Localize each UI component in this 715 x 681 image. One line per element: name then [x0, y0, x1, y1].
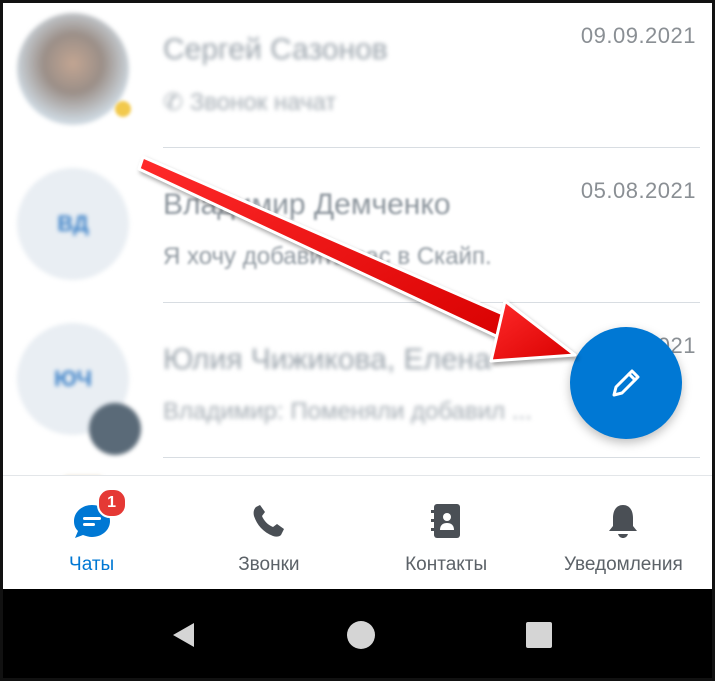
back-icon — [173, 623, 194, 647]
tab-label: Чаты — [69, 554, 115, 575]
recents-button[interactable] — [521, 617, 557, 653]
status-badge — [115, 101, 131, 117]
chat-preview: Я хочу добавить вас в Скайп. — [163, 243, 492, 270]
back-button[interactable] — [166, 617, 202, 653]
skype-chats-screen: Сергей Сазонов ✆ Звонок начат 09.09.2021… — [3, 3, 712, 678]
chat-name: Юлия Чижикова, Елена — [163, 343, 491, 376]
bottom-nav: 1 Чаты Звонки Контакты Уведомления — [3, 475, 712, 589]
chat-list-item[interactable]: Сергей Сазонов ✆ Звонок начат 09.09.2021 — [3, 3, 712, 148]
chat-list-item[interactable]: ВД Владимир Демченко Я хочу добавить вас… — [3, 148, 712, 303]
pencil-icon — [612, 369, 640, 397]
chat-preview: ✆ Звонок начат — [163, 88, 336, 117]
chat-date: 09.09.2021 — [580, 23, 696, 48]
tab-notifications[interactable]: Уведомления — [535, 476, 712, 589]
avatar — [17, 13, 129, 125]
unread-badge: 1 — [96, 488, 127, 518]
home-button[interactable] — [343, 617, 379, 653]
new-chat-button[interactable] — [570, 327, 682, 439]
chat-list-item[interactable] — [3, 458, 712, 475]
tab-chats[interactable]: 1 Чаты — [3, 476, 180, 589]
chat-preview-text: Звонок начат — [189, 89, 337, 116]
tab-label: Контакты — [405, 554, 488, 575]
contacts-book-icon — [423, 498, 469, 544]
chat-icon: 1 — [69, 488, 127, 544]
tab-label: Звонки — [238, 554, 300, 575]
bell-icon — [600, 498, 646, 544]
phone-icon — [246, 498, 292, 544]
tab-contacts[interactable]: Контакты — [358, 476, 535, 589]
home-icon — [347, 621, 375, 649]
avatar-secondary — [89, 403, 141, 455]
system-navigation-bar — [3, 589, 712, 678]
recents-icon — [526, 622, 552, 648]
avatar: ВД — [17, 168, 129, 280]
phone-icon: ✆ — [163, 89, 184, 116]
chat-preview: Владимир: Поменяли добавил ... — [163, 398, 532, 425]
chat-name: Сергей Сазонов — [163, 33, 388, 66]
chat-name: Владимир Демченко — [163, 188, 451, 221]
tab-label: Уведомления — [563, 554, 683, 575]
chat-date: 05.08.2021 — [580, 178, 696, 203]
tab-calls[interactable]: Звонки — [180, 476, 357, 589]
